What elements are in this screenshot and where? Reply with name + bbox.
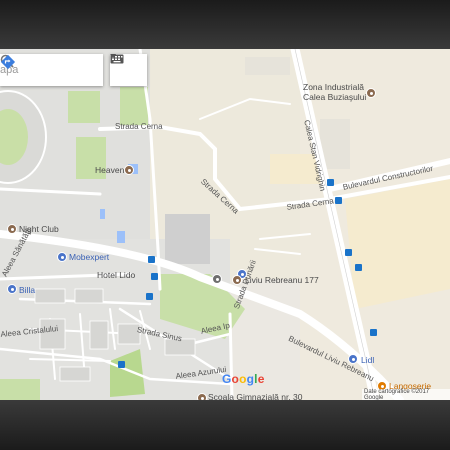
- directions-icon[interactable]: [0, 54, 16, 70]
- transit-stop-icon[interactable]: [146, 293, 153, 300]
- logo-letter: o: [231, 372, 240, 386]
- place-pin-night-club[interactable]: [7, 224, 17, 234]
- place-label-lidl[interactable]: Lidl: [361, 355, 374, 365]
- place-pin-scoala[interactable]: [197, 393, 207, 400]
- search-box[interactable]: apa: [0, 54, 103, 86]
- chevron-down-icon: [110, 54, 116, 58]
- place-pin-hotel-area[interactable]: [212, 274, 222, 284]
- place-label-heaven[interactable]: Heaven: [95, 165, 124, 175]
- logo-letter: G: [222, 372, 232, 386]
- building-7: [59, 366, 91, 382]
- place-label-billa[interactable]: Billa: [19, 285, 35, 295]
- logo-letter: e: [257, 372, 265, 386]
- place-pin-mobexpert[interactable]: [57, 252, 67, 262]
- place-pin-lidl[interactable]: [348, 354, 358, 364]
- transit-stop-icon[interactable]: [148, 256, 155, 263]
- place-label-zona-industriala[interactable]: Zona Industrială Calea Buziaşului: [303, 82, 373, 102]
- place-pin-zona-industriala[interactable]: [366, 88, 376, 98]
- place-label-mobexpert[interactable]: Mobexpert: [69, 252, 109, 262]
- transit-stop-icon[interactable]: [327, 179, 334, 186]
- water-pool-2: [100, 209, 105, 219]
- screen-frame-top: [0, 0, 450, 49]
- transit-stop-icon[interactable]: [345, 249, 352, 256]
- building-1: [34, 288, 66, 304]
- place-label-liviu-rebreanu-177[interactable]: Liviu Rebreanu 177: [245, 275, 319, 285]
- place-label-night-club[interactable]: Night Club: [19, 224, 59, 234]
- industrial-building-2: [245, 57, 290, 75]
- place-label-scoala[interactable]: Şcoala Gimnazială nr. 30: [208, 392, 303, 400]
- transit-stop-icon[interactable]: [335, 197, 342, 204]
- building-4: [89, 320, 109, 350]
- logo-letter: o: [239, 372, 247, 386]
- place-label-hotel-lido[interactable]: Hotel Lido: [97, 270, 135, 280]
- transit-stop-icon[interactable]: [355, 264, 362, 271]
- water-pool-1: [117, 231, 125, 243]
- google-logo: Google: [222, 372, 265, 386]
- map-attribution[interactable]: Date cartografice ©2017 Google: [362, 389, 450, 400]
- park-block-2: [120, 87, 148, 125]
- transit-stop-icon[interactable]: [118, 361, 125, 368]
- screen-frame-bottom: [0, 400, 450, 450]
- gray-lot: [165, 214, 210, 264]
- map-view[interactable]: Strada Cerna Strada Cerna Strada Cerna C…: [0, 49, 450, 400]
- place-pin-billa[interactable]: [7, 284, 17, 294]
- street-label-strada-cerna-top: Strada Cerna: [115, 122, 163, 131]
- road-strada-dunarii: [228, 312, 234, 400]
- input-tools-button[interactable]: [110, 54, 147, 86]
- place-name-zona-industriala: Zona Industrială Calea Buziaşului: [303, 82, 367, 102]
- park-corner: [0, 379, 40, 400]
- transit-stop-icon[interactable]: [151, 273, 158, 280]
- logo-letter: g: [246, 372, 255, 386]
- transit-stop-icon[interactable]: [370, 329, 377, 336]
- place-pin-liviu-rebreanu-177[interactable]: [232, 275, 242, 285]
- park-block-1: [68, 91, 100, 123]
- building-2: [74, 288, 104, 304]
- map-canvas[interactable]: [0, 49, 450, 400]
- industrial-zone-right: [345, 179, 450, 309]
- place-pin-heaven[interactable]: [124, 165, 134, 175]
